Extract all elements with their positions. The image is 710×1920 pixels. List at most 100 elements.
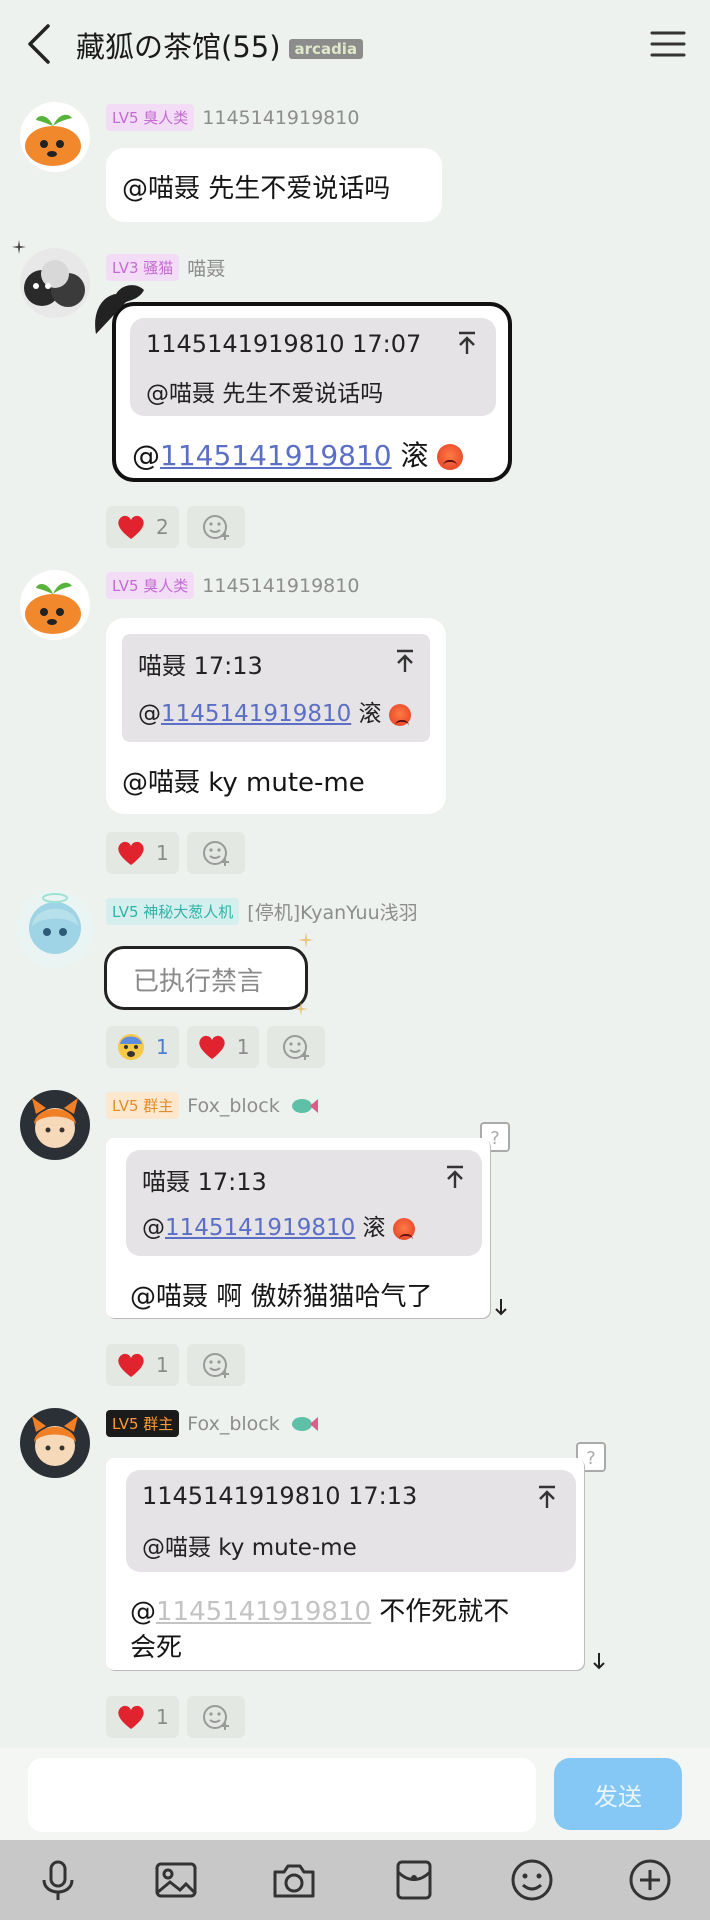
reaction-row: 1 (106, 1344, 245, 1386)
group-badge: arcadia (288, 39, 364, 59)
arrow-down-icon (593, 1653, 605, 1670)
avatar[interactable] (20, 1090, 90, 1160)
avatar[interactable] (20, 102, 90, 172)
add-reaction-button[interactable] (186, 832, 245, 874)
reaction-chip[interactable]: 1 (106, 832, 179, 874)
sender-name[interactable]: Fox_block (187, 1095, 279, 1117)
level-badge: LV3 骚猫 (106, 254, 180, 281)
reaction-count: 1 (236, 1035, 250, 1059)
message-bubble[interactable]: @喵聂 先生不爱说话吗 (106, 148, 442, 222)
angry-face-icon (437, 444, 464, 470)
add-reaction-button[interactable] (267, 1026, 326, 1068)
quote-text: @1145141919810 滚 (142, 1208, 415, 1242)
fish-icon (291, 1098, 318, 1113)
avatar[interactable] (20, 248, 90, 318)
add-emoji-icon (202, 841, 229, 866)
group-name: 藏狐の茶馆(55) (76, 30, 281, 64)
message-line-1: 不作死就不 (371, 1597, 510, 1627)
svg-text:?: ? (490, 1128, 500, 1149)
sender-meta: LV5 群主 Fox_block (106, 1092, 318, 1119)
message-bubble[interactable]: 喵聂 17:13 @1145141919810 滚 @喵聂 啊 傲娇猫猫哈气了 (106, 1138, 490, 1318)
heart-icon (118, 1705, 144, 1729)
reaction-chip[interactable]: 1 (106, 1344, 179, 1386)
svg-text:?: ? (586, 1448, 596, 1469)
chat-title: 藏狐の茶馆(55) arcadia (76, 24, 364, 66)
add-reaction-button[interactable] (186, 1344, 245, 1386)
plus-icon[interactable] (626, 1856, 674, 1904)
quoted-message[interactable]: 喵聂 17:13 @1145141919810 滚 (122, 634, 430, 742)
sender-name[interactable]: [停机]KyanYuu浅羽 (247, 898, 417, 925)
avatar[interactable] (20, 570, 90, 640)
red-packet-icon[interactable] (390, 1856, 438, 1904)
image-icon[interactable] (152, 1856, 200, 1904)
reaction-count: 1 (156, 841, 169, 865)
sender-name[interactable]: Fox_block (187, 1413, 279, 1435)
message-bubble[interactable]: 喵聂 17:13 @1145141919810 滚 @喵聂 ky mute-me (106, 618, 446, 814)
add-reaction-button[interactable] (186, 506, 245, 548)
chat-header: 藏狐の茶馆(55) arcadia (0, 0, 710, 88)
menu-icon[interactable] (648, 24, 688, 64)
level-badge: LV5 群主 (106, 1410, 180, 1437)
sender-meta: LV3 骚猫 喵聂 (106, 254, 225, 281)
mention-link[interactable]: 1145141919810 (165, 1215, 355, 1241)
reaction-count: 1 (156, 1035, 169, 1059)
level-badge: LV5 神秘大葱人机 (106, 898, 240, 925)
quoted-message[interactable]: 1145141919810 17:07 @喵聂 先生不爱说话吗 (130, 318, 496, 416)
reaction-row: 1 (106, 1696, 245, 1738)
sender-name[interactable]: 喵聂 (187, 254, 225, 281)
level-badge: LV5 臭人类 (106, 104, 195, 131)
angry-face-icon (388, 703, 411, 726)
mention-link[interactable]: 1145141919810 (160, 439, 392, 472)
sender-meta: LV5 臭人类 1145141919810 (106, 572, 359, 599)
reaction-row: 2 (106, 506, 245, 548)
reaction-chip[interactable]: 1 (106, 1696, 179, 1738)
message-input[interactable] (28, 1758, 536, 1832)
back-arrow-icon[interactable] (20, 22, 60, 66)
reaction-count: 1 (156, 1353, 169, 1377)
quote-header: 喵聂 17:13 (138, 652, 263, 680)
reaction-chip[interactable]: 1 (106, 1026, 179, 1068)
mention-link[interactable]: 1145141919810 (156, 1597, 371, 1627)
sender-name[interactable]: 1145141919810 (202, 575, 359, 597)
microphone-icon[interactable] (34, 1856, 82, 1904)
send-button[interactable]: 发送 (554, 1758, 682, 1830)
reaction-row: 1 (106, 832, 245, 874)
message-text: @1145141919810 不作死就不 会死 (130, 1594, 509, 1666)
message-text: @喵聂 ky mute-me (122, 768, 365, 798)
cat-ear-decoration-icon (95, 285, 144, 334)
heart-icon (118, 515, 144, 539)
message-bubble[interactable]: 已执行禁言 (104, 946, 308, 1010)
message-bubble[interactable]: 1145141919810 17:07 @喵聂 先生不爱说话吗 @1145141… (112, 302, 512, 482)
camera-icon[interactable] (270, 1856, 318, 1904)
mention-link[interactable]: 1145141919810 (161, 701, 351, 727)
quote-suffix: 滚 (355, 1215, 386, 1241)
add-emoji-icon (202, 1705, 229, 1730)
reaction-chip[interactable]: 2 (106, 506, 179, 548)
message-text: @喵聂 先生不爱说话吗 (122, 174, 391, 204)
avatar[interactable] (16, 890, 94, 968)
quoted-message[interactable]: 1145141919810 17:13 @喵聂 ky mute-me (126, 1470, 576, 1572)
sender-meta: LV5 神秘大葱人机 [停机]KyanYuu浅羽 (106, 898, 418, 925)
add-reaction-button[interactable] (186, 1696, 245, 1738)
sparkle-icon (298, 932, 314, 948)
input-toolbar (0, 1840, 710, 1920)
sparkle-icon (12, 240, 26, 254)
emoji-icon[interactable] (508, 1856, 556, 1904)
quote-header: 1145141919810 17:07 (146, 330, 422, 358)
jump-to-top-icon[interactable] (394, 648, 416, 674)
quoted-message[interactable]: 喵聂 17:13 @1145141919810 滚 (126, 1150, 482, 1256)
jump-to-top-icon[interactable] (536, 1484, 558, 1510)
add-emoji-icon (202, 515, 229, 540)
message-text: @1145141919810 滚 (132, 434, 464, 474)
reaction-chip[interactable]: 1 (186, 1026, 260, 1068)
avatar[interactable] (20, 1408, 90, 1478)
sender-name[interactable]: 1145141919810 (202, 107, 359, 129)
jump-to-top-icon[interactable] (444, 1164, 466, 1190)
message-input-bar: 发送 (0, 1748, 710, 1840)
fearful-face-icon (118, 1034, 144, 1060)
jump-to-top-icon[interactable] (456, 330, 478, 356)
quote-suffix: 滚 (351, 701, 382, 727)
level-badge: LV5 群主 (106, 1092, 180, 1119)
add-emoji-icon (202, 1353, 229, 1378)
message-bubble[interactable]: 1145141919810 17:13 @喵聂 ky mute-me @1145… (106, 1458, 584, 1670)
